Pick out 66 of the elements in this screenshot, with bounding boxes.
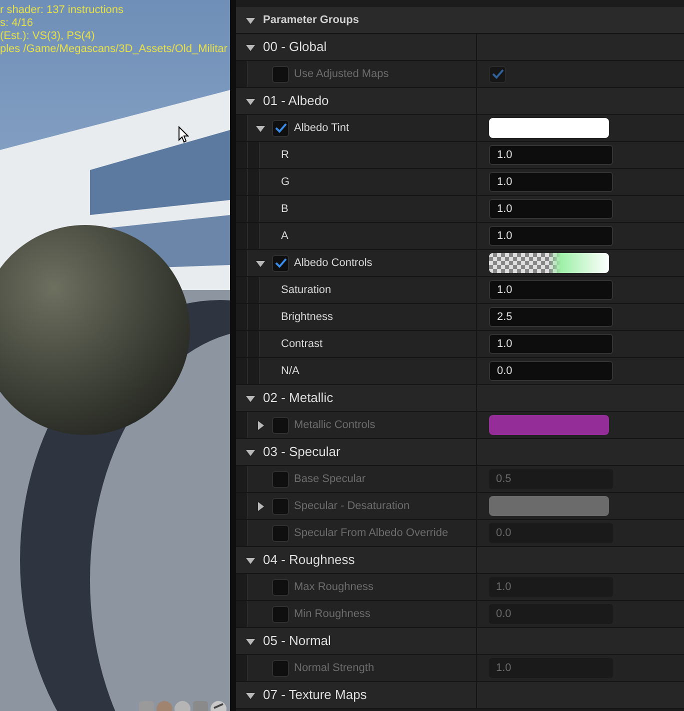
parameter-label: Base Specular <box>294 472 366 487</box>
collapse-arrow-icon[interactable] <box>246 16 255 24</box>
collapse-arrow-icon[interactable] <box>246 448 255 456</box>
checkbox[interactable] <box>272 660 289 676</box>
parameter-label: Contrast <box>281 336 323 352</box>
shader-stats-text: ples /Game/Megascans/3D_Assets/Old_Militar <box>0 43 228 56</box>
checkbox[interactable] <box>272 254 289 272</box>
collapse-arrow-icon[interactable] <box>246 636 255 646</box>
expand-arrow-icon[interactable] <box>256 420 264 430</box>
checkbox[interactable] <box>272 416 289 434</box>
parameter-label: N/A <box>281 364 300 379</box>
collapse-arrow-icon[interactable] <box>246 556 255 564</box>
group-title[interactable]: 03 - Specular <box>263 442 340 462</box>
parameter-label: G <box>281 174 290 190</box>
collapse-arrow-icon[interactable] <box>256 124 264 132</box>
parameter-label: Min Roughness <box>294 606 370 622</box>
number-field[interactable]: 1.0 <box>489 334 613 354</box>
parameter-label: Specular From Albedo Override <box>294 526 448 541</box>
checkbox[interactable] <box>272 606 289 622</box>
group-title[interactable]: 01 - Albedo <box>263 91 329 111</box>
parameter-label: Albedo Tint <box>294 120 350 136</box>
checkbox[interactable] <box>272 66 289 82</box>
cursor-icon <box>178 126 189 143</box>
group-title[interactable]: 07 - Texture Maps <box>263 685 367 705</box>
collapse-arrow-icon[interactable] <box>246 96 255 106</box>
checkbox[interactable] <box>272 524 289 542</box>
collapse-arrow-icon[interactable] <box>246 394 255 402</box>
shader-stats-text: r shader: 137 instructions <box>0 4 125 17</box>
parameter-label: Max Roughness <box>294 580 374 595</box>
collapse-arrow-icon[interactable] <box>256 258 264 268</box>
parameter-label: Albedo Controls <box>294 256 372 271</box>
checkbox[interactable] <box>489 66 506 82</box>
shader-stats-text: s: 4/16 <box>0 17 34 30</box>
parameter-label: B <box>281 202 288 217</box>
parameter-label: Specular - Desaturation <box>294 498 410 514</box>
parameter-label: Normal Strength <box>294 660 374 676</box>
number-field[interactable]: 1.0 <box>489 280 613 300</box>
section-header[interactable]: Parameter Groups <box>236 7 684 34</box>
group-title[interactable]: 05 - Normal <box>263 631 331 651</box>
color-swatch[interactable] <box>489 496 609 516</box>
group-title[interactable]: 02 - Metallic <box>263 388 334 408</box>
expand-arrow-icon[interactable] <box>256 502 264 510</box>
number-field[interactable]: 1.0 <box>489 172 613 192</box>
parameter-label: A <box>281 228 288 244</box>
group-title[interactable]: 00 - Global <box>263 37 327 57</box>
number-field[interactable]: 0.0 <box>489 361 613 381</box>
collapse-arrow-icon[interactable] <box>246 690 255 700</box>
number-field[interactable]: 1.0 <box>489 199 613 219</box>
parameter-label: Brightness <box>281 310 333 325</box>
color-swatch[interactable] <box>489 118 609 138</box>
parameter-label: Use Adjusted Maps <box>294 66 389 82</box>
color-swatch[interactable] <box>489 415 609 435</box>
checkbox[interactable] <box>272 498 289 514</box>
checkbox[interactable] <box>272 120 289 136</box>
group-title[interactable]: 04 - Roughness <box>263 550 355 570</box>
collapse-arrow-icon[interactable] <box>246 42 255 52</box>
color-swatch[interactable] <box>489 253 609 273</box>
number-field[interactable]: 2.5 <box>489 307 613 327</box>
parameter-label: Metallic Controls <box>294 418 376 433</box>
checkbox[interactable] <box>272 578 289 596</box>
checkbox[interactable] <box>272 470 289 488</box>
number-field[interactable]: 1.0 <box>489 145 613 165</box>
number-field[interactable]: 1.0 <box>489 226 613 246</box>
shader-stats-text: (Est.): VS(3), PS(4) <box>0 30 96 43</box>
parameter-label: R <box>281 148 289 163</box>
parameter-label: Saturation <box>281 282 332 298</box>
